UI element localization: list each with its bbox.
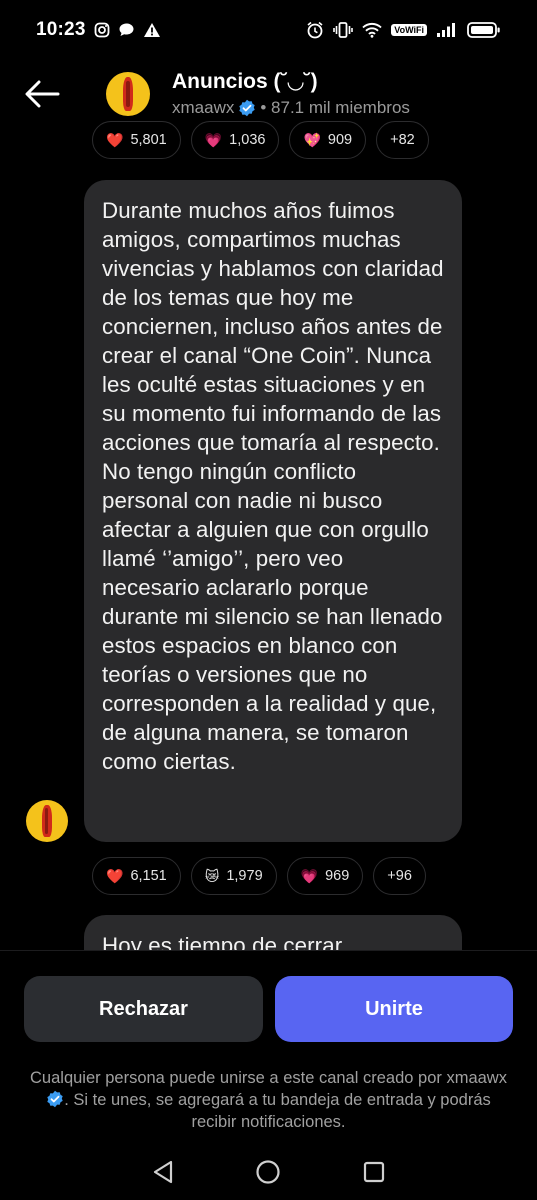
growing-heart-icon: 💗 (300, 868, 319, 884)
disclaimer-text-end: . Si te unes, se agregará a tu bandeja d… (64, 1091, 491, 1131)
message-sender-avatar[interactable] (26, 800, 68, 842)
channel-subtitle: xmaawx • 87.1 mil miembros (172, 98, 410, 118)
reaction-pink-heart[interactable]: 💗 969 (286, 857, 364, 895)
reaction-pink-heart[interactable]: 💗 1,036 (190, 121, 280, 159)
avatar-figure (41, 805, 53, 837)
reaction-more[interactable]: +96 (373, 857, 426, 895)
avatar-figure (122, 77, 134, 111)
growing-heart-icon: 💗 (204, 132, 223, 148)
reaction-count: 5,801 (130, 132, 167, 148)
sparkling-heart-icon: 💖 (303, 132, 321, 148)
reaction-heart[interactable]: ❤️ 5,801 (92, 121, 181, 159)
member-count: • 87.1 mil miembros (260, 98, 410, 117)
system-nav-bar (0, 1150, 537, 1194)
status-right: VoWiFi (306, 21, 501, 39)
alarm-icon (306, 21, 324, 39)
triangle-back-icon (153, 1160, 172, 1184)
join-button[interactable]: Unirte (275, 976, 513, 1042)
nav-home-button[interactable] (248, 1152, 288, 1192)
join-disclaimer: Cualquier persona puede unirse a este ca… (30, 1067, 507, 1133)
reaction-crying-cat[interactable]: 😿 1,979 (190, 857, 277, 895)
reaction-count: +82 (390, 132, 415, 148)
verified-badge-icon (46, 1090, 64, 1108)
chat-bubble-icon (118, 22, 135, 38)
reaction-count: 909 (327, 132, 353, 148)
channel-owner: xmaawx (172, 98, 235, 117)
vowifi-icon: VoWiFi (391, 24, 427, 36)
arrow-left-icon (25, 80, 60, 108)
reaction-count: 969 (325, 868, 350, 884)
red-heart-icon: ❤️ (106, 868, 124, 884)
top-reactions: ❤️ 5,801 💗 1,036 💖 909 +82 (92, 121, 429, 159)
disclaimer-text-start: Cualquier persona puede unirse a este ca… (30, 1069, 507, 1087)
instagram-icon (94, 22, 110, 38)
reject-button[interactable]: Rechazar (24, 976, 263, 1042)
reaction-count: 1,036 (229, 132, 266, 148)
back-button[interactable] (22, 76, 62, 112)
warning-icon (143, 22, 161, 38)
square-recents-icon (364, 1161, 385, 1183)
vibrate-icon (333, 21, 354, 39)
reaction-count: 1,979 (226, 868, 263, 884)
reaction-sparkling-heart[interactable]: 💖 909 (289, 121, 367, 159)
battery-icon (467, 21, 501, 39)
status-bar: 10:23 VoWiFi (0, 0, 537, 60)
verified-badge-icon (238, 99, 256, 117)
channel-title[interactable]: Anuncios (˘◡˘) (172, 69, 318, 94)
nav-recents-button[interactable] (354, 1152, 394, 1192)
reaction-heart[interactable]: ❤️ 6,151 (92, 857, 181, 895)
channel-header: Anuncios (˘◡˘) xmaawx • 87.1 mil miembro… (0, 64, 537, 126)
wifi-icon (362, 22, 382, 38)
status-time: 10:23 (36, 19, 86, 40)
reaction-more[interactable]: +82 (376, 121, 429, 159)
message-bubble[interactable]: Durante muchos años fuimos amigos, compa… (84, 180, 462, 842)
message-text: Durante muchos años fuimos amigos, compa… (102, 198, 444, 774)
message-reactions: ❤️ 6,151 😿 1,979 💗 969 +96 (92, 857, 426, 895)
crying-cat-icon: 😿 (204, 868, 220, 884)
red-heart-icon: ❤️ (106, 132, 124, 148)
nav-back-button[interactable] (143, 1152, 183, 1192)
circle-home-icon (256, 1160, 281, 1184)
reaction-count: +96 (387, 868, 412, 884)
channel-avatar[interactable] (106, 72, 150, 116)
reaction-count: 6,151 (130, 868, 167, 884)
status-left: 10:23 (36, 19, 161, 41)
signal-icon (436, 22, 458, 38)
